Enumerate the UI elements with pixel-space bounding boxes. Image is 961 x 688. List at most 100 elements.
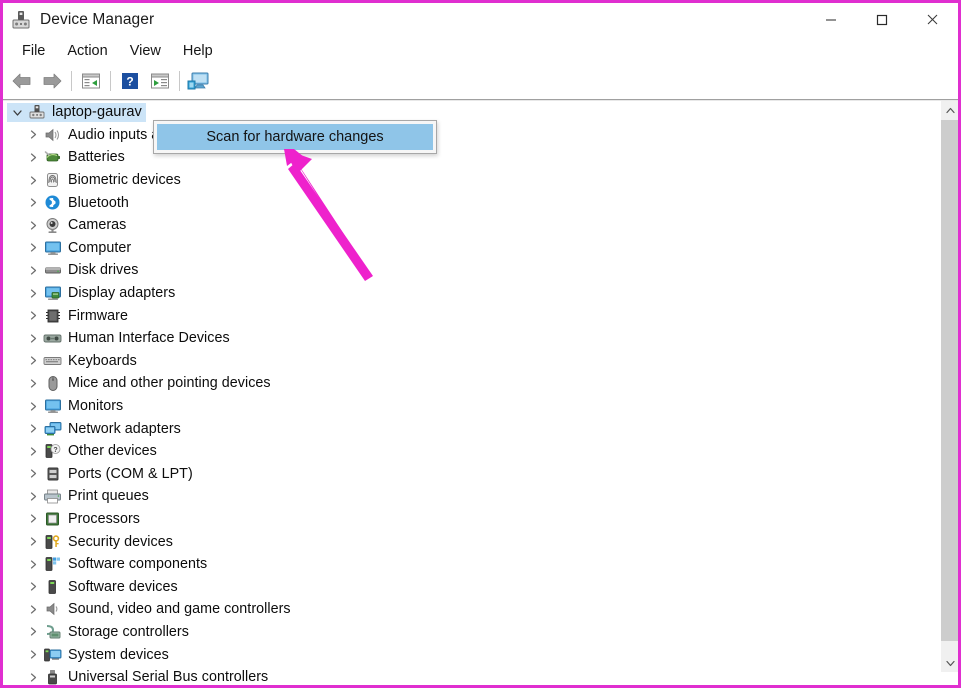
speaker-icon xyxy=(42,126,63,143)
tree-item-network-adapters[interactable]: Network adapters xyxy=(3,417,937,440)
sound-controller-icon xyxy=(42,601,63,618)
chevron-right-icon[interactable] xyxy=(25,491,42,502)
menu-item-view[interactable]: View xyxy=(119,40,172,62)
tree-item-print-queues[interactable]: Print queues xyxy=(3,485,937,508)
menu-item-action[interactable]: Action xyxy=(56,40,118,62)
chevron-right-icon[interactable] xyxy=(25,468,42,479)
chevron-right-icon[interactable] xyxy=(25,129,42,140)
tree-item-cameras[interactable]: Cameras xyxy=(3,214,937,237)
device-tree[interactable]: laptop-gaurav Audio inputs and outputs B… xyxy=(3,101,937,685)
context-menu[interactable]: Scan for hardware changes xyxy=(153,120,437,154)
scroll-up-icon[interactable] xyxy=(941,101,958,119)
tree-item-system-devices[interactable]: System devices xyxy=(3,643,937,666)
port-icon xyxy=(42,465,63,482)
chevron-right-icon[interactable] xyxy=(25,265,42,276)
tree-item-display-adapters[interactable]: Display adapters xyxy=(3,282,937,305)
chevron-right-icon[interactable] xyxy=(25,242,42,253)
tree-item-label: Cameras xyxy=(68,217,127,234)
tree-item-ports[interactable]: Ports (COM & LPT) xyxy=(3,463,937,486)
chevron-right-icon[interactable] xyxy=(25,581,42,592)
tree-item-label: Sound, video and game controllers xyxy=(68,601,291,618)
close-button[interactable] xyxy=(907,3,958,36)
chevron-right-icon[interactable] xyxy=(25,446,42,457)
scroll-down-icon[interactable] xyxy=(941,654,958,672)
scan-for-hardware-changes-icon[interactable] xyxy=(184,67,214,95)
storage-controller-icon xyxy=(42,623,63,640)
chevron-right-icon[interactable] xyxy=(25,355,42,366)
toolbar-separator xyxy=(110,71,111,91)
chevron-right-icon[interactable] xyxy=(25,220,42,231)
tree-item-software-devices[interactable]: Software devices xyxy=(3,575,937,598)
tree-item-other-devices[interactable]: ? Other devices xyxy=(3,440,937,463)
chevron-right-icon[interactable] xyxy=(25,378,42,389)
tree-item-label: Network adapters xyxy=(68,420,181,437)
tree-root-node[interactable]: laptop-gaurav xyxy=(3,101,937,124)
tree-item-label: Disk drives xyxy=(68,262,139,279)
tree-item-label: Processors xyxy=(68,510,141,527)
chevron-right-icon[interactable] xyxy=(25,152,42,163)
chevron-right-icon[interactable] xyxy=(25,197,42,208)
tree-item-label: Software devices xyxy=(68,578,178,595)
menu-item-file[interactable]: File xyxy=(11,40,56,62)
tree-item-firmware[interactable]: Firmware xyxy=(3,304,937,327)
tree-item-computer[interactable]: Computer xyxy=(3,237,937,260)
tree-item-processors[interactable]: Processors xyxy=(3,508,937,531)
title-bar: Device Manager xyxy=(3,3,958,36)
tree-item-usb-controllers[interactable]: Universal Serial Bus controllers xyxy=(3,666,937,685)
chevron-right-icon[interactable] xyxy=(25,559,42,570)
tree-item-audio[interactable]: Audio inputs and outputs xyxy=(3,124,937,147)
tree-item-software-components[interactable]: Software components xyxy=(3,553,937,576)
scrollbar-thumb[interactable] xyxy=(941,120,958,641)
tree-item-label: Monitors xyxy=(68,398,124,415)
chevron-right-icon[interactable] xyxy=(25,288,42,299)
chevron-right-icon[interactable] xyxy=(25,672,42,683)
tree-item-bluetooth[interactable]: Bluetooth xyxy=(3,191,937,214)
tree-item-label: Bluetooth xyxy=(68,194,129,211)
chevron-right-icon[interactable] xyxy=(25,513,42,524)
chevron-right-icon[interactable] xyxy=(25,604,42,615)
chevron-right-icon[interactable] xyxy=(25,310,42,321)
forward-arrow-icon[interactable] xyxy=(37,67,67,95)
help-icon[interactable]: ? xyxy=(115,67,145,95)
chevron-right-icon[interactable] xyxy=(25,175,42,186)
tree-item-disk-drives[interactable]: Disk drives xyxy=(3,259,937,282)
tree-item-label: Human Interface Devices xyxy=(68,330,230,347)
tree-item-batteries[interactable]: Batteries xyxy=(3,146,937,169)
tree-item-label: Ports (COM & LPT) xyxy=(68,465,193,482)
minimize-button[interactable] xyxy=(805,3,856,36)
toolbar-separator xyxy=(71,71,72,91)
tree-item-label: Computer xyxy=(68,239,132,256)
software-component-icon xyxy=(42,556,63,573)
tree-item-hid[interactable]: Human Interface Devices xyxy=(3,327,937,350)
printer-icon xyxy=(42,488,63,505)
disk-drive-icon xyxy=(42,262,63,279)
menu-item-help[interactable]: Help xyxy=(172,40,224,62)
chevron-right-icon[interactable] xyxy=(25,626,42,637)
tree-item-mice[interactable]: Mice and other pointing devices xyxy=(3,372,937,395)
tree-item-monitors[interactable]: Monitors xyxy=(3,395,937,418)
tree-item-biometric[interactable]: Biometric devices xyxy=(3,169,937,192)
show-hide-console-tree-icon[interactable] xyxy=(76,67,106,95)
tree-item-label: Universal Serial Bus controllers xyxy=(68,669,269,685)
toolbar-separator xyxy=(179,71,180,91)
battery-icon xyxy=(42,149,63,166)
chevron-right-icon[interactable] xyxy=(25,423,42,434)
chevron-right-icon[interactable] xyxy=(25,401,42,412)
tree-item-security-devices[interactable]: Security devices xyxy=(3,530,937,553)
context-menu-item-scan-for-hardware-changes[interactable]: Scan for hardware changes xyxy=(157,124,433,150)
chevron-down-icon[interactable] xyxy=(9,107,26,118)
chevron-right-icon[interactable] xyxy=(25,536,42,547)
tree-item-sound-video-game[interactable]: Sound, video and game controllers xyxy=(3,598,937,621)
properties-icon[interactable] xyxy=(145,67,175,95)
display-adapter-icon xyxy=(42,285,63,302)
tree-item-keyboards[interactable]: Keyboards xyxy=(3,350,937,373)
tree-item-storage-controllers[interactable]: Storage controllers xyxy=(3,621,937,644)
back-arrow-icon[interactable] xyxy=(7,67,37,95)
toolbar: ? xyxy=(3,65,958,98)
tree-item-label: Keyboards xyxy=(68,352,137,369)
vertical-scrollbar[interactable] xyxy=(940,101,958,685)
chevron-right-icon[interactable] xyxy=(25,333,42,344)
chevron-right-icon[interactable] xyxy=(25,649,42,660)
window-controls xyxy=(805,3,958,36)
maximize-button[interactable] xyxy=(856,3,907,36)
